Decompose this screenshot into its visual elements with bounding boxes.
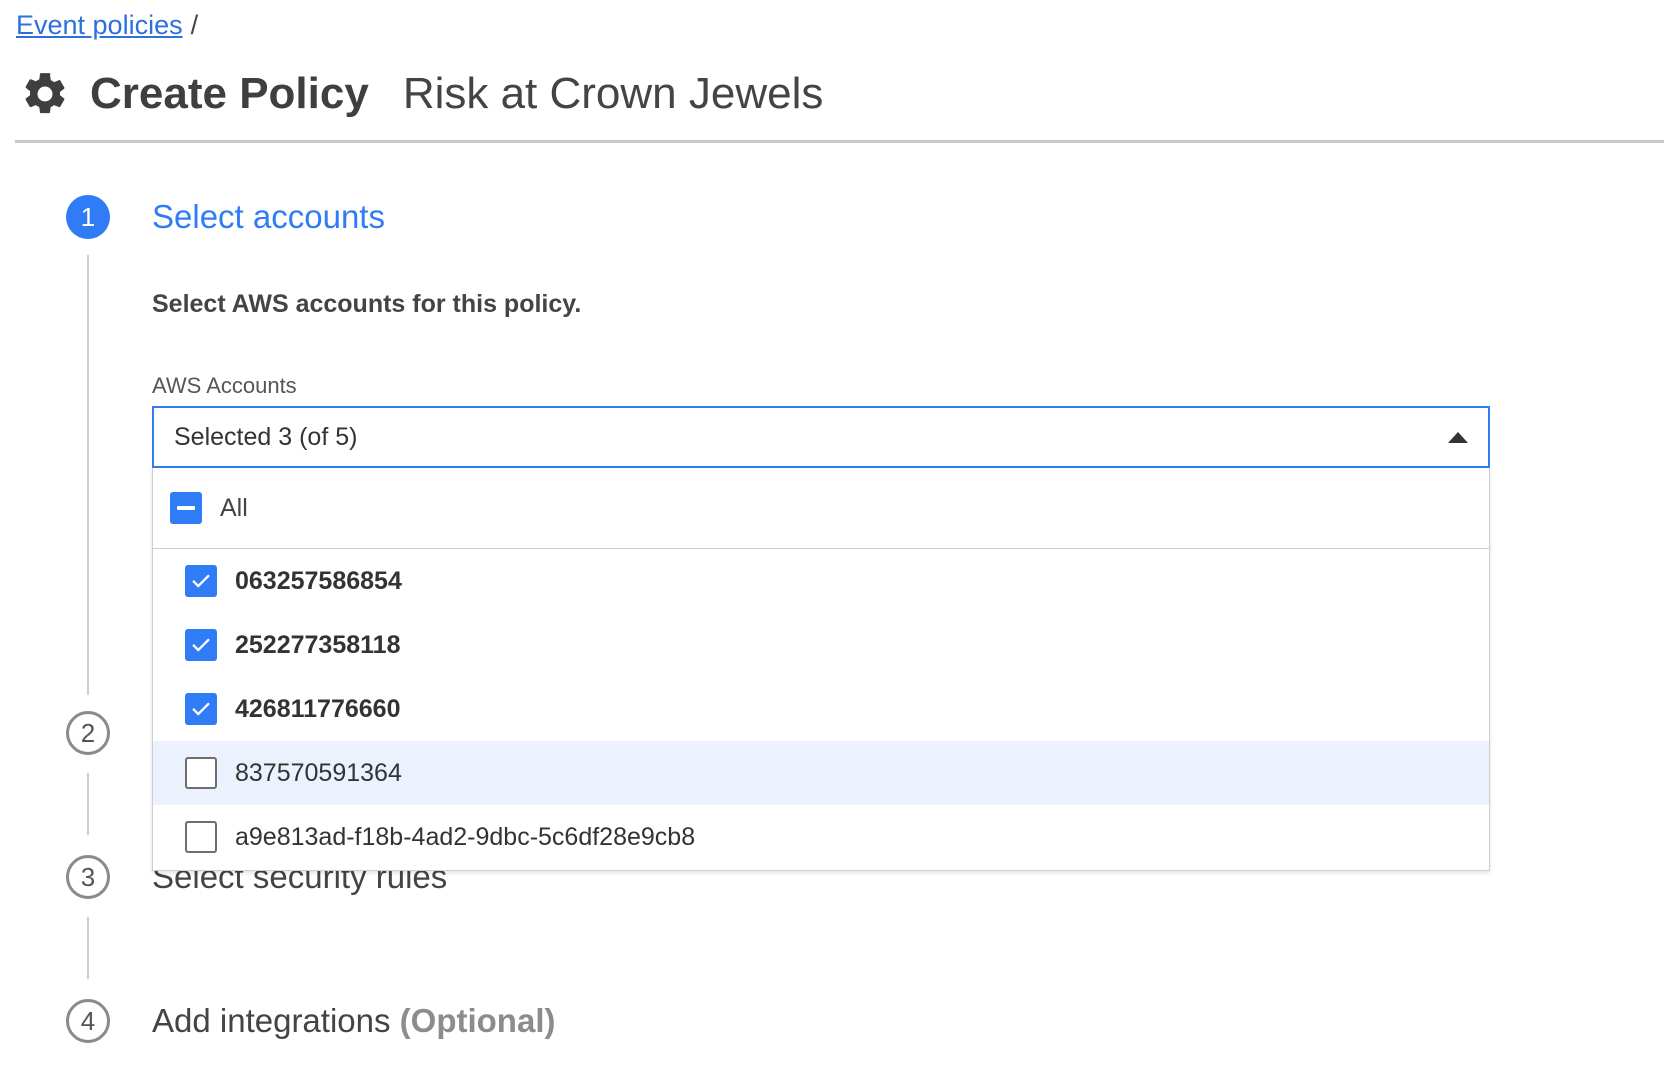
step-1-description: Select AWS accounts for this policy. — [152, 290, 582, 318]
breadcrumb: Event policies / — [16, 10, 198, 41]
step-4-label: Add integrations — [152, 1002, 391, 1039]
option-all-label: All — [220, 493, 248, 522]
caret-up-icon — [1448, 432, 1468, 443]
aws-accounts-select[interactable]: Selected 3 (of 5) — [152, 406, 1490, 468]
checked-checkbox-icon[interactable] — [185, 629, 217, 661]
gear-icon — [25, 73, 65, 114]
account-option-label: 837570591364 — [235, 758, 402, 787]
policy-name: Risk at Crown Jewels — [402, 69, 824, 118]
step-connector — [87, 255, 89, 695]
account-option[interactable]: 063257586854 — [153, 549, 1489, 613]
page-header: Create Policy Risk at Crown Jewels — [20, 62, 823, 126]
unchecked-checkbox-icon[interactable] — [185, 821, 217, 853]
step-1-indicator: 1 — [66, 195, 110, 239]
option-all[interactable]: All — [153, 468, 1489, 549]
page-title: Create Policy — [90, 69, 369, 118]
step-connector — [87, 773, 89, 835]
checked-checkbox-icon[interactable] — [185, 693, 217, 725]
account-option-label: 426811776660 — [235, 694, 401, 723]
step-4-indicator: 4 — [66, 999, 110, 1043]
step-1-title: Select accounts — [152, 198, 385, 235]
select-value: Selected 3 (of 5) — [174, 422, 358, 451]
optional-tag: (Optional) — [399, 1002, 556, 1039]
step-4-title: Add integrations (Optional) — [152, 1002, 555, 1040]
aws-accounts-label: AWS Accounts — [152, 373, 297, 398]
account-option[interactable]: 426811776660 — [153, 677, 1489, 741]
account-options-list: 063257586854 252277358118 426811776660 8… — [153, 549, 1489, 869]
indeterminate-checkbox-icon[interactable] — [170, 492, 202, 524]
breadcrumb-separator: / — [190, 10, 199, 40]
account-option-label: 252277358118 — [235, 630, 401, 659]
aws-accounts-dropdown: All 063257586854 252277358118 4268117766… — [152, 468, 1490, 871]
step-connector — [87, 917, 89, 979]
breadcrumb-link-event-policies[interactable]: Event policies — [16, 10, 183, 40]
account-option[interactable]: a9e813ad-f18b-4ad2-9dbc-5c6df28e9cb8 — [153, 805, 1489, 869]
account-option[interactable]: 837570591364 — [153, 741, 1489, 805]
checked-checkbox-icon[interactable] — [185, 565, 217, 597]
account-option-label: a9e813ad-f18b-4ad2-9dbc-5c6df28e9cb8 — [235, 822, 696, 851]
header-divider — [15, 140, 1664, 143]
account-option-label: 063257586854 — [235, 566, 402, 595]
step-3-indicator: 3 — [66, 855, 110, 899]
step-2-indicator: 2 — [66, 711, 110, 755]
account-option[interactable]: 252277358118 — [153, 613, 1489, 677]
unchecked-checkbox-icon[interactable] — [185, 757, 217, 789]
